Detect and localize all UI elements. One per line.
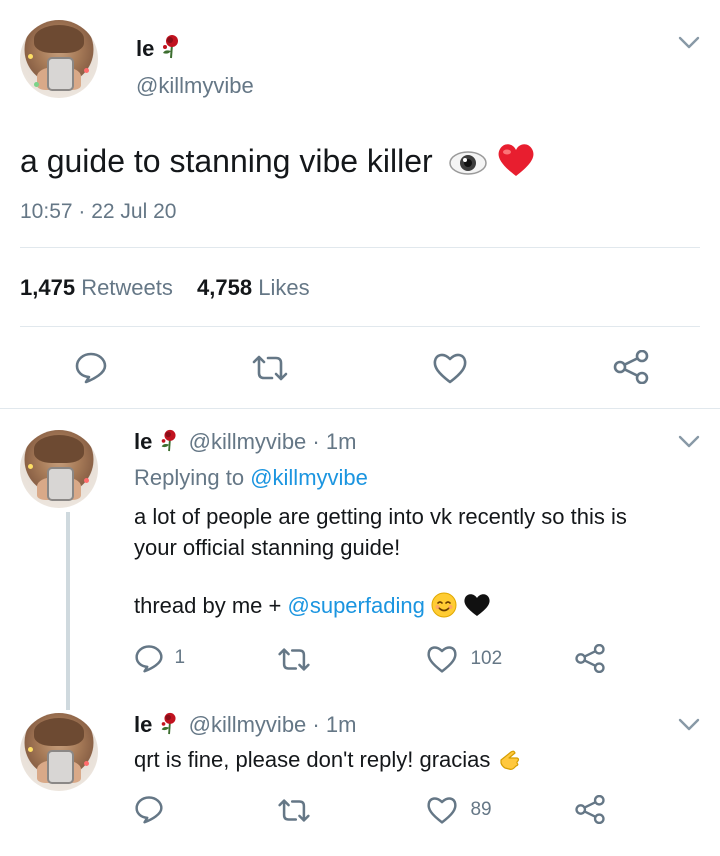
- like-count: 102: [470, 648, 503, 669]
- replying-to-label: Replying to: [134, 465, 245, 490]
- reply-thread-credit: thread by me + @superfading: [134, 592, 491, 624]
- like-icon[interactable]: [426, 644, 458, 674]
- retweets-stat[interactable]: 1,475 Retweets: [20, 275, 179, 300]
- reply-header: le @killmyvibe · 1m: [134, 711, 356, 741]
- rose-emoji-icon: [158, 428, 182, 458]
- tweet-timestamp[interactable]: 10:57 · 22 Jul 20: [20, 200, 176, 224]
- likes-stat[interactable]: 4,758 Likes: [197, 275, 310, 300]
- reply-action-button[interactable]: 1: [134, 643, 185, 673]
- divider: [20, 247, 700, 248]
- like-count: 89: [470, 799, 492, 820]
- reply-text: qrt is fine, please don't reply! gracias: [134, 747, 491, 772]
- like-action-button[interactable]: 102: [426, 644, 502, 674]
- chevron-down-icon[interactable]: [678, 36, 700, 50]
- reply-author-avatar[interactable]: [20, 430, 98, 508]
- reply-text: a lot of people are getting into vk rece…: [134, 501, 627, 563]
- retweet-icon[interactable]: [276, 797, 312, 824]
- like-action-button[interactable]: 89: [426, 795, 492, 825]
- smiling-emoji-icon: [431, 592, 457, 624]
- retweets-count: 1,475: [20, 275, 76, 300]
- red-heart-emoji-icon: [496, 142, 536, 186]
- replying-to-mention[interactable]: @killmyvibe: [250, 465, 368, 490]
- thread-credit-text: thread by me +: [134, 593, 282, 618]
- author-avatar[interactable]: [20, 20, 98, 98]
- rose-emoji-icon: [159, 33, 185, 64]
- replying-to-row: Replying to @killmyvibe: [134, 465, 368, 491]
- retweet-icon[interactable]: [250, 353, 290, 383]
- black-heart-emoji-icon: [463, 592, 491, 624]
- share-icon[interactable]: [574, 795, 606, 824]
- author-name-row[interactable]: le: [136, 33, 185, 64]
- reply-text-line: your official stanning guide!: [134, 535, 401, 560]
- reply-icon[interactable]: [74, 350, 108, 384]
- reply-count: 1: [174, 647, 186, 668]
- tweet-text-row: a guide to stanning vibe killer: [20, 142, 536, 186]
- reply-display-name[interactable]: le: [134, 712, 152, 737]
- share-icon[interactable]: [612, 350, 650, 384]
- reply-icon[interactable]: [134, 794, 164, 824]
- retweet-icon[interactable]: [276, 646, 312, 673]
- tweet-text: a guide to stanning vibe killer: [20, 143, 433, 179]
- reply-handle-time[interactable]: @killmyvibe · 1m: [189, 712, 357, 737]
- reply-header: le @killmyvibe · 1m: [134, 428, 356, 458]
- reply-icon[interactable]: [134, 643, 164, 673]
- like-icon[interactable]: [426, 795, 458, 825]
- author-display-name[interactable]: le: [136, 36, 154, 61]
- likes-label: Likes: [258, 275, 310, 300]
- reply-display-name[interactable]: le: [134, 429, 152, 454]
- reply-handle-time[interactable]: @killmyvibe · 1m: [189, 429, 357, 454]
- likes-count: 4,758: [197, 275, 253, 300]
- eye-emoji-icon: [448, 148, 488, 186]
- divider: [0, 408, 720, 409]
- retweets-label: Retweets: [81, 275, 173, 300]
- divider: [20, 326, 700, 327]
- superfading-mention[interactable]: @superfading: [288, 593, 425, 618]
- reply-text-line: a lot of people are getting into vk rece…: [134, 504, 627, 529]
- like-icon[interactable]: [432, 351, 468, 385]
- share-icon[interactable]: [574, 644, 606, 673]
- chevron-down-icon[interactable]: [678, 718, 700, 732]
- author-handle[interactable]: @killmyvibe: [136, 73, 254, 99]
- rose-emoji-icon: [158, 711, 182, 741]
- reply-text-row: qrt is fine, please don't reply! gracias: [134, 746, 523, 778]
- engagement-stats: 1,475 Retweets 4,758 Likes: [20, 275, 310, 301]
- reply-author-avatar[interactable]: [20, 713, 98, 791]
- pointing-hand-emoji-icon: [497, 746, 523, 778]
- thread-connector-line: [66, 512, 70, 710]
- chevron-down-icon[interactable]: [678, 435, 700, 449]
